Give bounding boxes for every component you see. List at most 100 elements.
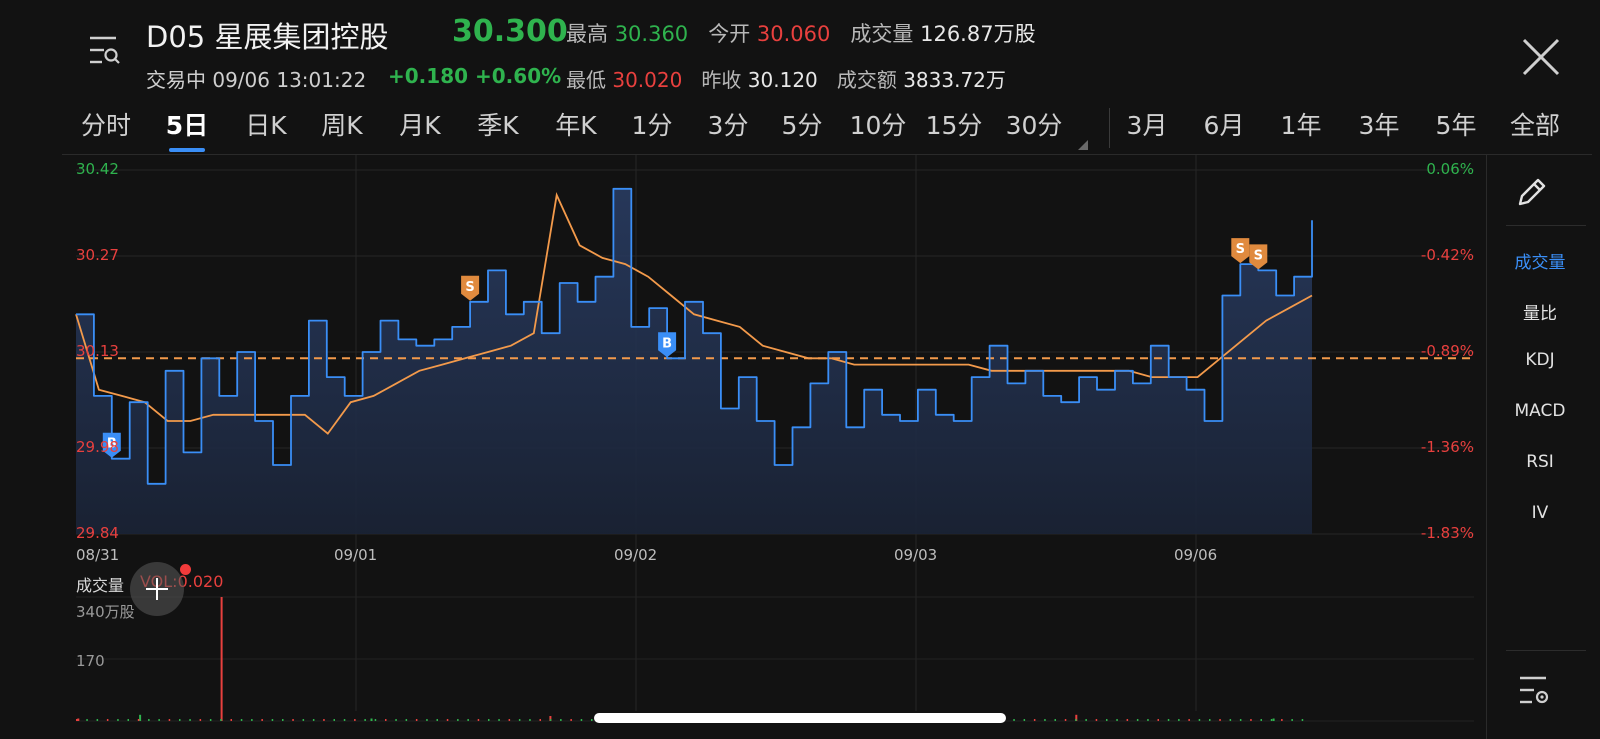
change-percent: +0.60% <box>475 64 562 88</box>
volume-bar-small <box>1013 719 1015 721</box>
volume-bar-small <box>405 719 408 721</box>
tab-18[interactable]: 全部 <box>1510 106 1560 142</box>
indicator-4[interactable]: RSI <box>1490 452 1590 472</box>
tab-14[interactable]: 6月 <box>1204 106 1245 142</box>
volume-bar-small <box>230 719 232 721</box>
volume-bar-small <box>302 719 305 721</box>
turnover-value: 3833.72万 <box>903 68 1006 92</box>
volume-bar-small <box>333 719 335 721</box>
volume-bar-small <box>508 719 511 721</box>
sidebar-divider <box>1506 650 1586 651</box>
trade-marker-s[interactable]: S <box>461 275 480 301</box>
y-axis-left-label: 29.84 <box>76 524 119 542</box>
volume-bar <box>139 714 142 721</box>
pencil-icon[interactable] <box>1512 172 1552 212</box>
marker-label: S <box>465 280 474 295</box>
volume-bar-small <box>76 719 78 721</box>
indicator-0[interactable]: 成交量 <box>1490 248 1590 273</box>
volume-label: 成交量 <box>850 22 914 46</box>
tab-3[interactable]: 周K <box>321 106 362 142</box>
volume-bar-small <box>1064 719 1067 721</box>
y-axis-left-label: 30.42 <box>76 160 119 178</box>
tab-16[interactable]: 3年 <box>1359 106 1400 142</box>
volume-bar-small <box>323 719 325 721</box>
tab-12[interactable]: 30分 <box>1006 106 1063 142</box>
tab-17[interactable]: 5年 <box>1436 106 1477 142</box>
tab-9[interactable]: 5分 <box>782 106 823 142</box>
volume-bar-small <box>179 719 181 721</box>
tab-11[interactable]: 15分 <box>926 106 983 142</box>
tab-15[interactable]: 1年 <box>1281 106 1322 142</box>
volume-bar-small <box>570 719 572 721</box>
volume-bar-small <box>106 719 109 721</box>
notification-dot <box>180 564 191 575</box>
volume-bar-small <box>385 719 387 721</box>
volume-bar-small <box>1023 719 1026 721</box>
volume-bar-small <box>168 719 171 721</box>
volume-bar-small <box>467 719 469 721</box>
volume-bar-small <box>127 719 129 721</box>
volume-value: 126.87万股 <box>920 22 1036 46</box>
volume-bar <box>1272 718 1275 721</box>
volume-bar-small <box>395 719 397 721</box>
volume-bar-small <box>1178 719 1180 721</box>
volume-bar-small <box>282 719 284 721</box>
volume-bar-small <box>426 719 428 721</box>
y-axis-right-label: -1.36% <box>1420 438 1474 456</box>
active-tab-underline <box>169 148 205 152</box>
volume-bar-small <box>137 719 140 721</box>
indicator-2[interactable]: KDJ <box>1490 350 1590 370</box>
chart-settings-icon[interactable] <box>1516 672 1552 708</box>
volume-bar-small <box>1301 719 1304 721</box>
tab-4[interactable]: 月K <box>399 106 440 142</box>
tab-10[interactable]: 10分 <box>850 106 907 142</box>
low-value: 30.020 <box>612 68 683 92</box>
tab-5[interactable]: 季K <box>477 106 518 142</box>
trade-marker-s[interactable]: S <box>1231 238 1250 264</box>
volume-bar-small <box>529 719 531 721</box>
high-label: 最高 <box>566 22 608 46</box>
volume-bar-small <box>209 719 212 721</box>
prev-close-label: 昨收 <box>701 68 742 92</box>
y-axis-right-label: -0.42% <box>1420 246 1474 264</box>
tab-13[interactable]: 3月 <box>1127 106 1168 142</box>
tab-7[interactable]: 1分 <box>632 106 673 142</box>
volume-bar-small <box>1106 719 1108 721</box>
tab-8[interactable]: 3分 <box>708 106 749 142</box>
home-indicator[interactable] <box>594 713 1006 723</box>
volume-bar <box>220 597 223 721</box>
volume-bar-small <box>1116 719 1118 721</box>
more-periods-indicator <box>1078 140 1088 150</box>
add-indicator-button[interactable] <box>130 562 184 616</box>
volume-bar-small <box>364 719 366 721</box>
volume-bar-small <box>539 719 541 721</box>
volume-bar-small <box>86 719 88 721</box>
volume-bar-small <box>251 719 253 721</box>
stats-row-2: 最低 30.020 昨收 30.120 成交额 3833.72万 <box>566 64 1006 93</box>
tab-1[interactable]: 5日 <box>166 106 208 142</box>
tab-6[interactable]: 年K <box>555 106 596 142</box>
stats-row-1: 最高 30.360 今开 30.060 成交量 126.87万股 <box>566 18 1036 48</box>
current-price: 30.300 <box>452 14 568 49</box>
volume-bar-small <box>1260 719 1262 721</box>
tab-2[interactable]: 日K <box>245 106 286 142</box>
indicator-1[interactable]: 量比 <box>1490 299 1590 324</box>
close-icon[interactable] <box>1520 36 1562 78</box>
y-axis-left-label: 29.98 <box>76 438 119 456</box>
menu-icon[interactable] <box>86 32 122 68</box>
tab-0[interactable]: 分时 <box>81 106 131 142</box>
volume-bar-small <box>477 719 480 721</box>
volume-bar-small <box>1250 719 1252 721</box>
volume-bar-small <box>591 719 593 721</box>
volume-bar-small <box>1054 719 1056 721</box>
volume-bar-small <box>518 719 521 721</box>
volume-bar-small <box>1229 719 1232 721</box>
sidebar-divider <box>1506 225 1586 226</box>
volume-bar-small <box>1033 719 1036 721</box>
x-axis-date-label: 09/01 <box>334 546 378 564</box>
indicator-3[interactable]: MACD <box>1490 401 1590 421</box>
indicator-sidebar <box>1486 155 1592 739</box>
open-label: 今开 <box>708 22 751 46</box>
indicator-5[interactable]: IV <box>1490 503 1590 523</box>
intraday-5day-chart[interactable]: BSBS S <box>0 155 1486 739</box>
